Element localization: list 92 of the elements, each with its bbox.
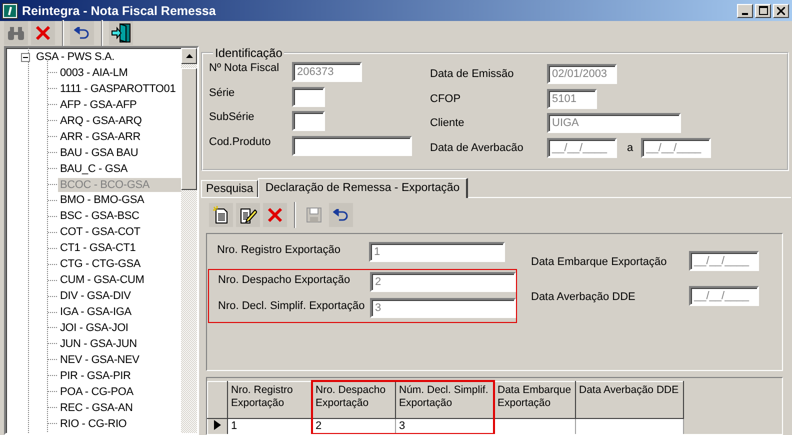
text-field[interactable]: 3 — [370, 298, 516, 318]
edit-button[interactable] — [236, 202, 260, 227]
text-field[interactable]: 5101 — [547, 88, 597, 109]
tree-item[interactable]: BSC - GSA-BSC — [58, 209, 142, 224]
tree-item[interactable]: CT1 - GSA-CT1 — [58, 241, 138, 256]
text-field[interactable]: 206373 — [292, 62, 362, 82]
field-label: Nro. Decl. Simplif. Exportação — [218, 298, 366, 312]
text-field[interactable] — [292, 136, 412, 156]
tree-item[interactable]: REC - GSA-AN — [58, 400, 135, 415]
date-field[interactable]: __/__/____ — [689, 286, 759, 306]
date-field[interactable]: __/__/____ — [689, 251, 759, 272]
date-field[interactable]: 02/01/2003 — [547, 64, 617, 84]
tree-item[interactable]: COT - GSA-COT — [58, 225, 142, 240]
text-field[interactable] — [292, 111, 325, 131]
text-field[interactable]: UIGA — [547, 113, 681, 134]
close-button[interactable] — [773, 4, 789, 18]
tree-item[interactable]: IGA - GSA-IGA — [58, 305, 134, 320]
close-icon — [777, 6, 785, 14]
row-indicator[interactable] — [208, 418, 228, 434]
exit-button[interactable] — [109, 20, 133, 44]
tree-item[interactable]: NEV - GSA-NEV — [58, 352, 142, 367]
delete-icon — [267, 206, 283, 223]
collapse-icon[interactable] — [21, 52, 30, 62]
scroll-up-button[interactable] — [181, 48, 197, 64]
table-cell: 1 — [228, 418, 312, 434]
field-label: Data de Emissão — [430, 68, 515, 80]
tree-item[interactable]: BAU - GSA BAU — [58, 146, 140, 160]
field-label: Nro. Despacho Exportação — [218, 272, 352, 286]
group-title: Identificação — [214, 46, 284, 60]
tree-item[interactable]: JUN - GSA-JUN — [58, 336, 139, 351]
tree-item[interactable]: ARR - GSA-ARR — [58, 130, 143, 144]
door-exit-icon — [111, 22, 131, 42]
column-header[interactable]: Data Averbação DDE — [576, 381, 684, 418]
text-field[interactable]: 1 — [369, 242, 505, 262]
text-field[interactable]: 2 — [370, 272, 516, 292]
tab[interactable]: Pesquisa — [201, 180, 258, 197]
maximize-button[interactable] — [755, 4, 771, 18]
tree-item[interactable]: 1111 - GASPAROTTO01 — [58, 82, 178, 96]
column-header[interactable]: Nro. Registro Exportação — [228, 381, 312, 418]
date-field[interactable]: __/__/____ — [641, 138, 712, 158]
field-label: Nro. Registro Exportação — [217, 242, 342, 256]
tree-item[interactable]: CTG - CTG-GSA — [58, 257, 143, 272]
search-button[interactable] — [4, 20, 28, 44]
pointer-icon — [214, 420, 221, 430]
tree-item[interactable]: PIR - GSA-PIR — [58, 368, 133, 383]
edit-document-icon — [239, 206, 257, 224]
column-header[interactable]: Núm. Decl. Simplif. Exportação — [396, 381, 494, 418]
field-label: Data Embarque Exportação — [531, 255, 668, 268]
minimize-icon — [742, 12, 748, 14]
minimize-button[interactable] — [737, 4, 753, 18]
column-header[interactable]: Data Embarque Exportação — [494, 381, 576, 418]
table-cell: 3 — [396, 418, 494, 434]
field-label: Nº Nota Fiscal — [209, 62, 280, 74]
maximize-icon — [758, 6, 768, 15]
scrollbar[interactable] — [181, 48, 197, 433]
binoculars-icon — [7, 24, 25, 40]
text-field[interactable] — [292, 86, 325, 106]
date-field[interactable]: __/__/____ — [547, 138, 617, 158]
tree-item[interactable]: 0003 - AIA-LM — [58, 66, 130, 80]
new-button[interactable] — [209, 202, 233, 227]
undo-icon — [333, 208, 349, 221]
tree-item[interactable]: ARQ - GSA-ARQ — [58, 114, 144, 128]
field-label: Série — [209, 86, 236, 98]
column-header[interactable]: Nro. Despacho Exportação — [312, 381, 396, 418]
up-arrow-icon — [186, 54, 192, 58]
delete-icon — [35, 24, 51, 40]
field-label: Cliente — [430, 117, 466, 130]
tree-item[interactable]: POA - CG-POA — [58, 384, 136, 399]
window-title: Reintegra - Nota Fiscal Remessa — [22, 4, 217, 18]
app-icon — [2, 2, 18, 18]
tree-item[interactable]: RIO - CG-RIO — [58, 416, 129, 431]
tab[interactable]: Declaração de Remessa - Exportação — [258, 178, 468, 198]
field-label: SubSérie — [209, 111, 256, 123]
field-label: Data Averbação DDE — [531, 290, 636, 304]
tree-item[interactable]: BAU_C - GSA — [58, 162, 130, 176]
table-cell: 2 — [312, 418, 396, 434]
tree-item[interactable]: CUM - GSA-CUM — [58, 273, 146, 288]
tree-item[interactable]: JOI - GSA-JOI — [58, 320, 130, 335]
range-separator: a — [627, 142, 634, 154]
tree-item[interactable]: BMO - BMO-GSA — [58, 193, 146, 208]
delete-button[interactable] — [31, 20, 55, 44]
tree-item[interactable]: DIV - GSA-DIV — [58, 289, 133, 304]
tree-item[interactable]: AFP - GSA-AFP — [58, 98, 139, 112]
scroll-thumb[interactable] — [181, 68, 197, 190]
undo-button[interactable] — [329, 202, 353, 227]
undo-button[interactable] — [70, 20, 94, 44]
undo-icon — [74, 26, 90, 38]
tree-item[interactable]: GSA - PWS S.A. — [34, 50, 116, 64]
field-label: CFOP — [430, 92, 462, 105]
field-label: Data de Averbacão — [430, 142, 524, 154]
new-document-icon — [212, 206, 230, 224]
field-label: Cod.Produto — [209, 136, 272, 148]
